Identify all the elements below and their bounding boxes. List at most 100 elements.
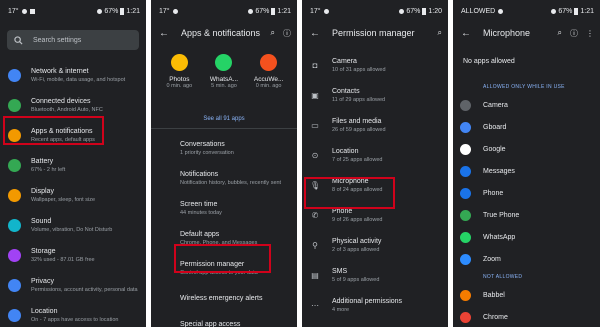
search-icon[interactable]: ⌕: [271, 28, 275, 38]
back-arrow-icon[interactable]: ←: [159, 28, 173, 39]
folder-icon: ▭: [311, 120, 319, 130]
settings-item-text: Storage 32% used - 87.01 GB free: [31, 247, 95, 264]
settings-item[interactable]: Storage 32% used - 87.01 GB free: [0, 240, 146, 270]
notification-icon: [323, 8, 329, 14]
app-permission-row[interactable]: Babbel: [453, 284, 600, 306]
settings-item-subtitle: Volume, vibration, Do Not Disturb: [31, 226, 113, 233]
app-permission-row[interactable]: Google: [453, 138, 600, 160]
permission-item[interactable]: ▤ SMS 5 of 9 apps allowed: [302, 260, 448, 290]
settings-item[interactable]: Display Wallpaper, sleep, font size: [0, 180, 146, 210]
permission-item[interactable]: ⋯ Additional permissions 4 more: [302, 290, 448, 320]
app-permission-row[interactable]: Zoom: [453, 248, 600, 270]
settings-item[interactable]: Location On - 7 apps have access to locat…: [0, 300, 146, 327]
item-title: Default apps: [180, 230, 220, 238]
more-vert-icon[interactable]: ⋮: [586, 29, 594, 38]
permission-item-text: Additional permissions 4 more: [332, 297, 402, 314]
apps-notifications-screen: 17° 67% 1:21 ← Apps & notifications ⌕ ⓘ P…: [151, 0, 297, 327]
item-title: Notifications: [180, 170, 219, 178]
permission-count: 5 of 9 apps allowed: [332, 276, 380, 283]
app-icon: [170, 54, 188, 71]
microphone-permission-screen: ALLOWED 67% 1:21 ← Microphone ⌕ ⓘ ⋮ No ap…: [453, 0, 600, 327]
search-bar[interactable]: Search settings: [7, 30, 139, 50]
apps-settings-item[interactable]: Special app access3 apps can use unrestr…: [151, 313, 297, 327]
apps-settings-item[interactable]: Notifications Notification history, bubbl…: [151, 163, 297, 193]
page-title: Microphone: [483, 28, 531, 38]
recent-app[interactable]: AccuWe... 0 min. ago: [249, 54, 289, 114]
settings-item[interactable]: Sound Volume, vibration, Do Not Disturb: [0, 210, 146, 240]
sound-icon: [8, 218, 21, 232]
back-arrow-icon[interactable]: ←: [461, 28, 475, 39]
section-header-allowed: ALLOWED ONLY WHILE IN USE: [483, 84, 565, 90]
apps-settings-item[interactable]: Screen time 44 minutes today: [151, 193, 297, 223]
sms-icon: ▤: [311, 270, 319, 280]
settings-item[interactable]: Privacy Permissions, account activity, pe…: [0, 270, 146, 300]
permission-title: Additional permissions: [332, 297, 403, 305]
search-icon[interactable]: ⌕: [438, 28, 442, 38]
recent-app-time: 5 min. ago: [211, 83, 237, 89]
item-title: Conversations: [180, 140, 225, 148]
status-left: 17°: [310, 7, 321, 15]
apps-settings-item[interactable]: Conversations 1 priority conversation: [151, 133, 297, 163]
settings-item-text: Display Wallpaper, sleep, font size: [31, 187, 95, 204]
item-title: Special app access: [180, 320, 241, 327]
app-permission-row[interactable]: Phone: [453, 182, 600, 204]
item-title: Screen time: [180, 200, 218, 208]
battery-icon: [271, 7, 276, 15]
signal-icon: [248, 8, 254, 14]
settings-item-title: Connected devices: [31, 97, 91, 105]
app-permission-row[interactable]: WhatsApp: [453, 226, 600, 248]
settings-item-text: Sound Volume, vibration, Do Not Disturb: [31, 217, 112, 234]
phone-icon: ✆: [311, 210, 319, 220]
permission-item[interactable]: ◘ Camera 10 of 31 apps allowed: [302, 50, 448, 80]
settings-item-text: Connected devices Bluetooth, Android Auto…: [31, 97, 103, 114]
recent-app-time: 0 min. ago: [166, 83, 193, 89]
back-arrow-icon[interactable]: ←: [310, 28, 324, 39]
app-permission-row[interactable]: Camera: [453, 94, 600, 116]
notification-icon: [172, 8, 178, 14]
app-permission-row[interactable]: Messages: [453, 160, 600, 182]
signal-icon: [97, 8, 103, 14]
app-permission-row[interactable]: Gboard: [453, 116, 600, 138]
clock: 1:21: [580, 7, 594, 15]
permission-item-text: Location 7 of 25 apps allowed: [332, 147, 382, 164]
settings-item-subtitle: On - 7 apps have access to location: [31, 316, 119, 323]
see-all-apps-link[interactable]: See all 91 apps: [151, 116, 297, 122]
item-title: Wireless emergency alerts: [180, 294, 263, 302]
app-name: Phone: [483, 189, 504, 197]
app-permission-row[interactable]: True Phone: [453, 204, 600, 226]
settings-item-title: Display: [31, 187, 54, 195]
divider: [151, 128, 297, 129]
recent-app[interactable]: Photos 0 min. ago: [159, 54, 199, 114]
settings-item-title: Location: [31, 307, 58, 315]
help-icon[interactable]: ⓘ: [570, 28, 578, 39]
permission-title: SMS: [332, 267, 348, 275]
settings-item[interactable]: Network & internet Wi-Fi, mobile, data us…: [0, 60, 146, 90]
settings-item[interactable]: Battery 67% - 2 hr left: [0, 150, 146, 180]
activity-icon: ⚲: [312, 240, 318, 250]
search-icon[interactable]: ⌕: [558, 28, 562, 38]
recent-app[interactable]: WhatsA... 5 min. ago: [204, 54, 244, 114]
no-apps-allowed-text: No apps allowed: [463, 58, 515, 65]
settings-screen: 17° 67% 1:21 Search settings Network & in…: [0, 0, 146, 327]
app-icon: [460, 311, 471, 323]
apps-settings-item[interactable]: Wireless emergency alerts: [151, 283, 297, 313]
help-icon[interactable]: ⓘ: [283, 28, 291, 39]
app-name: Babbel: [483, 291, 505, 299]
app-name: Zoom: [483, 255, 501, 263]
settings-list: Network & internet Wi-Fi, mobile, data us…: [0, 60, 146, 327]
permission-item[interactable]: ▣ Contacts 11 of 29 apps allowed: [302, 80, 448, 110]
app-icon: [460, 209, 471, 221]
app-icon: [460, 289, 471, 301]
app-icon: [460, 165, 471, 177]
battery-icon: [120, 7, 125, 15]
permission-item[interactable]: ▭ Files and media 26 of 59 apps allowed: [302, 110, 448, 140]
status-left: 17°: [8, 7, 19, 15]
permission-title: Location: [332, 147, 359, 155]
battery-percent: 67%: [406, 7, 421, 15]
recent-app-name: WhatsA...: [209, 76, 239, 83]
recent-apps: Photos 0 min. ago WhatsA... 5 min. ago AccuW…: [151, 44, 297, 114]
permission-item[interactable]: ⊙ Location 7 of 25 apps allowed: [302, 140, 448, 170]
permission-item[interactable]: ⚲ Physical activity 2 of 3 apps allowed: [302, 230, 448, 260]
notification-icon: [29, 8, 35, 14]
app-permission-row[interactable]: Chrome: [453, 306, 600, 327]
